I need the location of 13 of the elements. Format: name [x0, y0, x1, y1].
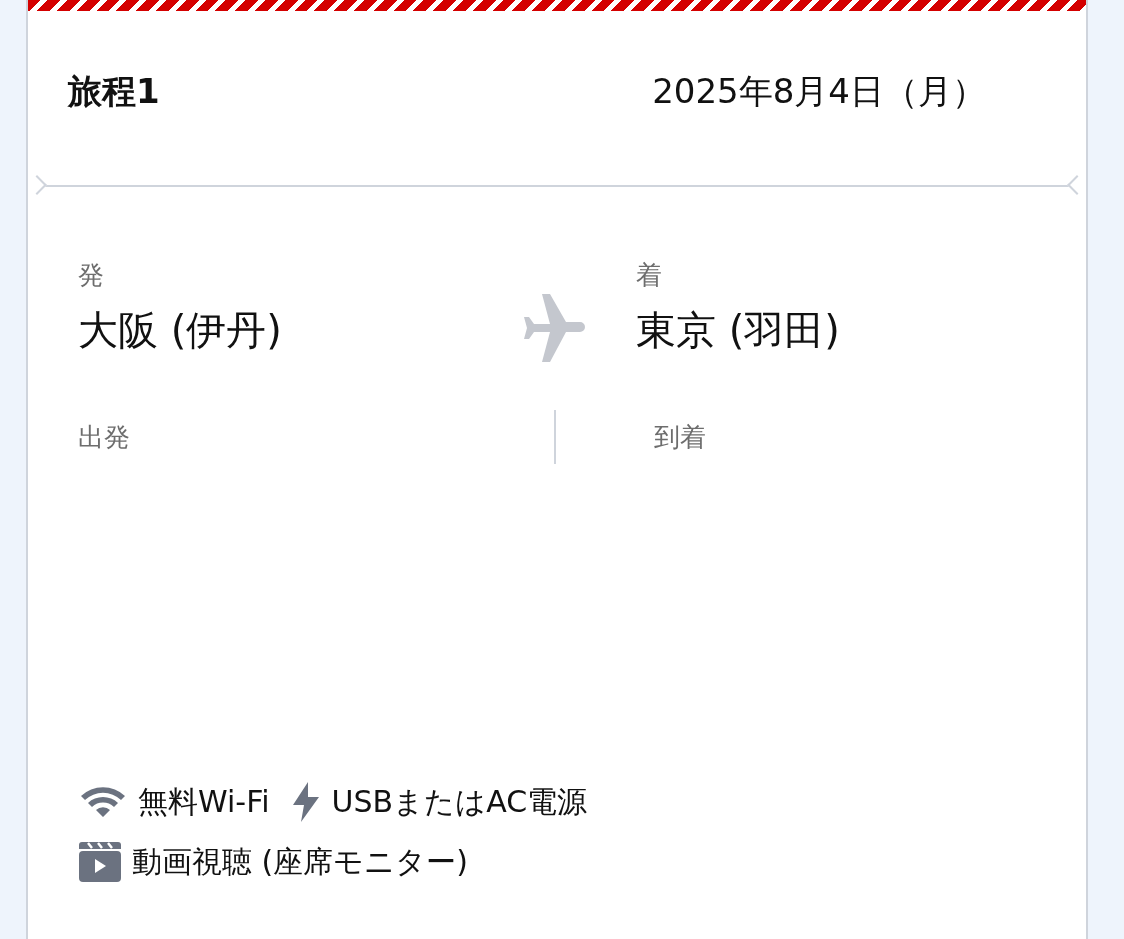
video-clapper-icon — [78, 841, 122, 883]
departure-time-label: 出発 — [78, 420, 131, 454]
airplane-icon — [522, 294, 586, 362]
flight-date: 2025年8月4日（月） — [652, 69, 986, 113]
arrival-city: 東京 (羽田) — [636, 306, 841, 355]
arrival-label: 着 — [636, 259, 663, 292]
departure-label: 発 — [78, 259, 105, 292]
amenity-label: 動画視聴 (座席モニター) — [132, 842, 468, 881]
itinerary-title: 旅程1 — [68, 69, 160, 113]
departure-city: 大阪 (伊丹) — [78, 306, 283, 355]
amenity-label: 無料Wi-Fi — [138, 782, 270, 821]
arrival-time-label: 到着 — [653, 420, 707, 454]
amenity-label: USBまたはAC電源 — [331, 782, 588, 821]
